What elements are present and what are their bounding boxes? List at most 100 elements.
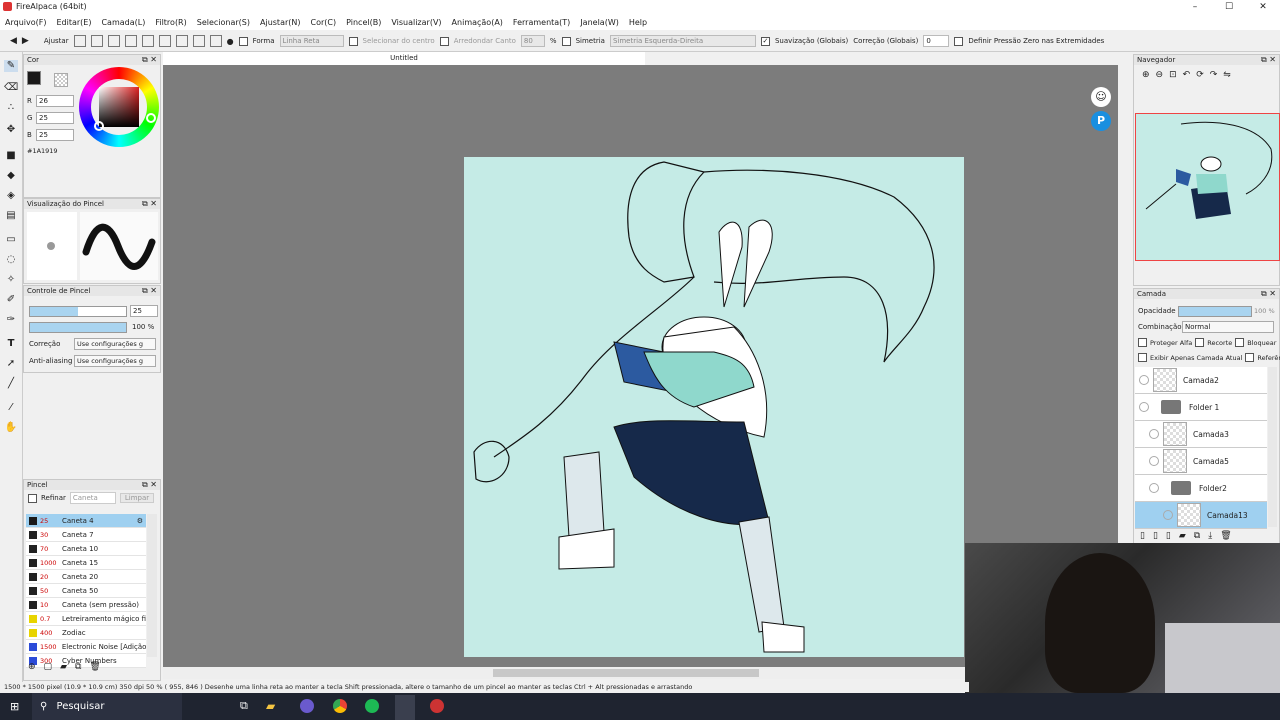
drawing-canvas[interactable] [464,157,964,657]
correction-select[interactable]: 0 [923,35,950,47]
spotify-icon[interactable] [365,699,379,713]
new-1bit-layer-icon[interactable]: ▯ [1166,531,1171,541]
refinar-checkbox[interactable] [28,493,37,503]
center-checkbox[interactable] [348,36,358,46]
layer-opacity-slider[interactable] [1178,306,1252,317]
size-input[interactable]: 25 [130,305,158,317]
snap-off-icon[interactable] [73,35,86,47]
file-explorer-icon[interactable]: ▰ [266,699,275,713]
select-eraser-icon[interactable]: ✑ [4,314,18,326]
brush-item[interactable]: 70 Caneta 10 [26,542,146,556]
brush-item[interactable]: 0.7 Letreiramento mágico fi [26,612,146,626]
panel-float-close-icon[interactable]: ⧉ ✕ [142,480,157,490]
brush-search-input[interactable]: Caneta [69,492,116,504]
brush-item[interactable]: 400 Zodiac [26,626,146,640]
saturation-square[interactable] [99,87,139,127]
layer-row[interactable]: Camada2 [1135,367,1267,394]
snap-cross-icon[interactable] [107,35,120,47]
move-tool-icon[interactable]: ✥ [4,124,18,136]
mascot-icon[interactable]: ☺ [1091,87,1111,107]
hue-handle[interactable] [146,113,156,123]
menu-janela[interactable]: Janela(W) [575,15,624,30]
folder-icon[interactable]: ▰ [60,662,67,672]
trash-icon[interactable]: 🗑 [89,662,100,672]
r-input[interactable]: 26 [36,95,74,107]
app-icon-1[interactable] [300,699,314,713]
menu-editar[interactable]: Editar(E) [51,15,96,30]
redo-icon[interactable]: ▶ [22,36,29,46]
eyedropper-icon[interactable]: ⁄ [4,402,18,414]
symmetry-select[interactable]: Simetria Esquerda-Direita [609,35,756,47]
sub-color-swatch[interactable] [54,73,68,87]
dot-tool-icon[interactable]: ∴ [4,102,18,114]
task-view-icon[interactable]: ⧉ [240,699,248,713]
pen-tool-icon[interactable]: ✎ [4,60,18,72]
protect-alpha-checkbox[interactable] [1138,338,1147,347]
new-brush-icon[interactable]: ▢ [44,662,53,672]
eraser-tool-icon[interactable]: ⌫ [4,82,18,94]
menu-arquivo[interactable]: Arquivo(F) [0,15,51,30]
visibility-icon[interactable] [1149,429,1159,439]
snap-perspective-icon[interactable] [209,35,222,47]
merge-down-icon[interactable]: ⤓ [1208,531,1212,541]
layer-row[interactable]: Folder2 [1135,475,1267,502]
menu-visualizar[interactable]: Visualizar(V) [386,15,446,30]
zoom-out-icon[interactable]: ⊖ [1156,70,1164,80]
b-input[interactable]: 25 [36,129,74,141]
snap-grid-icon[interactable] [192,35,205,47]
visibility-icon[interactable] [1139,402,1149,412]
minimize-button[interactable]: – [1178,0,1212,15]
menu-camada[interactable]: Camada(L) [96,15,150,30]
menu-help[interactable]: Help [624,15,652,30]
aa-select[interactable]: Use configurações g [74,355,156,367]
visibility-icon[interactable] [1163,510,1173,520]
new-layer-icon[interactable]: ▯ [1140,531,1145,541]
menu-filtro[interactable]: Filtro(R) [150,15,191,30]
visibility-icon[interactable] [1149,483,1159,493]
magic-wand-icon[interactable]: ✧ [4,274,18,286]
flip-icon[interactable]: ⇋ [1223,70,1231,80]
bucket-tool-icon[interactable]: ◆ [4,170,18,182]
operation-tool-icon[interactable]: ➚ [4,358,18,370]
rotate-left-icon[interactable]: ↶ [1183,70,1191,80]
menu-pincel[interactable]: Pincel(B) [341,15,386,30]
brush-item[interactable]: 1500 Electronic Noise [Adição [26,640,146,654]
snap-vanish-icon[interactable] [124,35,137,47]
lasso-select-icon[interactable]: ◌ [4,254,18,266]
size-slider[interactable] [29,306,127,317]
panel-float-close-icon[interactable]: ⧉ ✕ [142,286,157,296]
navigator-preview[interactable] [1135,113,1280,261]
gradient-tool-icon[interactable]: ▤ [4,210,18,222]
snap-circle-icon[interactable] [158,35,171,47]
panel-float-close-icon[interactable]: ⧉ ✕ [1261,55,1276,65]
visibility-icon[interactable] [1139,375,1149,385]
g-input[interactable]: 25 [36,112,74,124]
round-checkbox[interactable] [439,36,449,46]
undo-icon[interactable]: ◀ [10,36,17,46]
delete-layer-icon[interactable]: 🗑 [1220,531,1231,541]
hand-tool-icon[interactable]: ✋ [4,422,18,434]
brush-list-scrollbar[interactable] [147,514,157,657]
zoom-fit-icon[interactable]: ⊡ [1169,70,1177,80]
rect-select-icon[interactable]: ▭ [4,234,18,246]
blend-select[interactable]: Normal [1182,321,1274,333]
main-color-swatch[interactable] [27,71,41,85]
limpar-button[interactable]: Limpar [119,493,155,503]
show-only-checkbox[interactable] [1138,353,1147,362]
windows-start-icon[interactable]: ⊞ [10,700,19,713]
menu-animacao[interactable]: Animação(A) [447,15,508,30]
reference-checkbox[interactable] [1245,353,1255,362]
fill-tool-icon[interactable]: ■ [4,150,18,162]
rotate-reset-icon[interactable]: ⟳ [1196,70,1204,80]
new-8bit-layer-icon[interactable]: ▯ [1153,531,1158,541]
layer-list-scrollbar[interactable] [1268,367,1277,527]
brush-bucket-icon[interactable]: ◈ [4,190,18,202]
add-brush-icon[interactable]: ⊕ [28,662,36,672]
correcao-select[interactable]: Use configurações g [74,338,156,350]
menu-ajustar[interactable]: Ajustar(N) [255,15,306,30]
divide-tool-icon[interactable]: ╱ [4,378,18,390]
brush-item[interactable]: 1000 Caneta 15 [26,556,146,570]
layer-row-selected[interactable]: Camada13 [1135,502,1267,529]
close-button[interactable]: ✕ [1246,0,1280,15]
menu-ferramenta[interactable]: Ferramenta(T) [508,15,575,30]
